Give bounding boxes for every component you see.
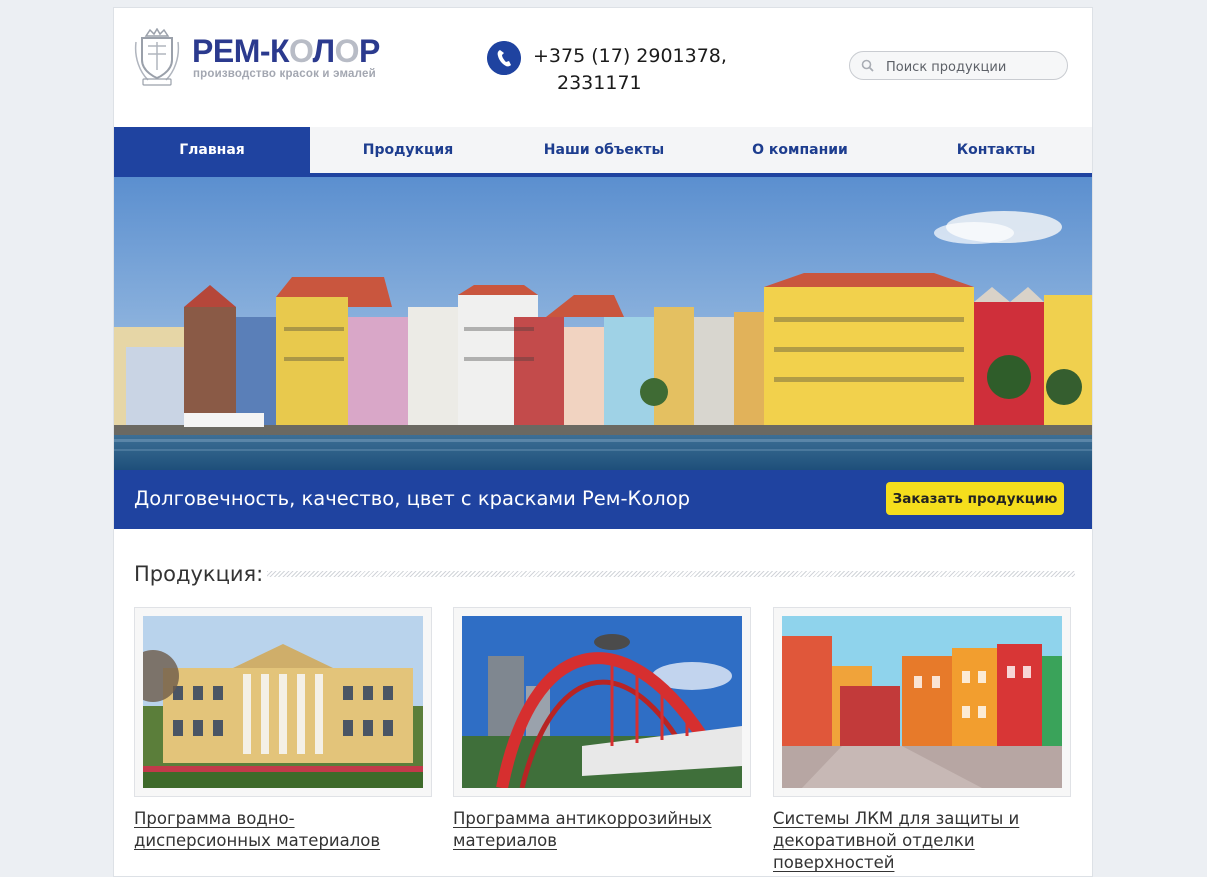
section-title: Продукция: (134, 562, 264, 586)
order-products-button[interactable]: Заказать продукцию (886, 482, 1064, 515)
hero-banner-image (114, 177, 1092, 470)
phone-line-2[interactable]: 2331171 (533, 70, 753, 97)
promo-bar: Долговечность, качество, цвет с красками… (114, 470, 1092, 529)
product-image-bridge[interactable] (453, 607, 751, 797)
product-card-coating-systems[interactable]: Системы ЛКМ для защиты и декоративной от… (773, 607, 1073, 874)
search-box[interactable] (849, 51, 1068, 80)
section-divider (267, 571, 1075, 577)
product-card-anticorrosion[interactable]: Программа антикоррозийных материалов (453, 607, 753, 852)
search-input[interactable] (884, 56, 1058, 78)
brand-name: РЕМ-КОЛОР (192, 33, 380, 69)
search-icon (861, 59, 874, 72)
main-nav: Главная Продукция Наши объекты О компани… (114, 127, 1092, 177)
phone-line-1[interactable]: +375 (17) 2901378, (533, 43, 753, 70)
product-title[interactable]: Программа антикоррозийных материалов (453, 808, 743, 852)
promo-text: Долговечность, качество, цвет с красками… (134, 487, 691, 510)
page-container: РЕМ-КОЛОР производство красок и эмалей +… (113, 7, 1093, 877)
nav-item-products[interactable]: Продукция (310, 127, 506, 173)
phone-numbers: +375 (17) 2901378, 2331171 (533, 43, 753, 97)
brand-tagline: производство красок и эмалей (193, 68, 376, 80)
product-card-water-dispersion[interactable]: Программа водно-дисперсионных материалов (134, 607, 434, 852)
product-title[interactable]: Программа водно-дисперсионных материалов (134, 808, 424, 852)
nav-item-about[interactable]: О компании (702, 127, 898, 173)
nav-item-contacts[interactable]: Контакты (898, 127, 1092, 173)
coat-of-arms-emblem (134, 28, 180, 86)
product-image-colorful-street[interactable] (773, 607, 1071, 797)
product-image-palace[interactable] (134, 607, 432, 797)
product-title[interactable]: Системы ЛКМ для защиты и декоративной от… (773, 808, 1063, 874)
harbor-town-illustration (114, 177, 1092, 470)
site-header: РЕМ-КОЛОР производство красок и эмалей +… (114, 8, 1092, 127)
nav-item-our-objects[interactable]: Наши объекты (506, 127, 702, 173)
nav-item-home[interactable]: Главная (114, 127, 310, 173)
phone-icon (487, 41, 521, 75)
logo[interactable]: РЕМ-КОЛОР производство красок и эмалей (134, 28, 384, 90)
